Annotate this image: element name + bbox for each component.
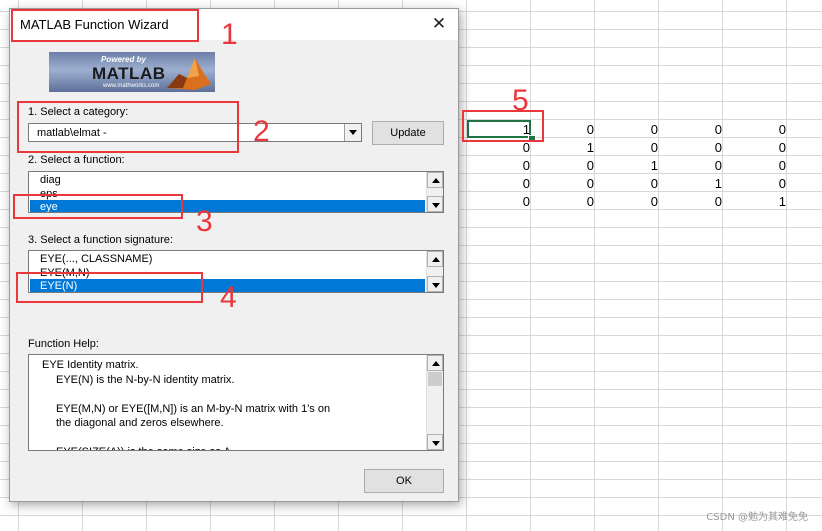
annotation-number-1: 1 bbox=[221, 18, 238, 51]
matlab-function-wizard-dialog: MATLAB Function Wizard ✕ Powered by MATL… bbox=[9, 8, 459, 502]
help-text-line: EYE(N) is the N-by-N identity matrix. bbox=[56, 373, 235, 386]
scroll-down-button[interactable] bbox=[427, 196, 443, 212]
sheet-cell[interactable]: 0 bbox=[538, 175, 594, 192]
logo-name-text: MATLAB bbox=[92, 64, 166, 83]
function-list-item[interactable]: diag bbox=[30, 173, 425, 187]
sheet-cell[interactable]: 0 bbox=[602, 193, 658, 210]
sheet-cell[interactable]: 0 bbox=[538, 157, 594, 174]
annotation-box-4 bbox=[16, 272, 203, 303]
close-icon[interactable]: ✕ bbox=[426, 14, 452, 34]
annotation-box-2 bbox=[17, 101, 239, 153]
help-text-line: EYE Identity matrix. bbox=[42, 359, 139, 371]
chevron-up-icon bbox=[432, 178, 440, 183]
matlab-logo: Powered by MATLAB www.mathworks.com bbox=[49, 52, 215, 92]
sheet-cell[interactable]: 0 bbox=[730, 121, 786, 138]
sheet-cell[interactable]: 1 bbox=[602, 157, 658, 174]
signature-label: 3. Select a function signature: bbox=[28, 234, 173, 246]
sheet-cell[interactable]: 0 bbox=[666, 139, 722, 156]
signature-scrollbar[interactable] bbox=[426, 251, 443, 292]
sheet-cell[interactable]: 0 bbox=[730, 157, 786, 174]
ok-button[interactable]: OK bbox=[364, 469, 444, 493]
sheet-cell[interactable]: 0 bbox=[538, 193, 594, 210]
annotation-number-3: 3 bbox=[196, 205, 213, 238]
scroll-up-button[interactable] bbox=[427, 355, 443, 371]
help-text-line: the diagonal and zeros elsewhere. bbox=[56, 417, 224, 429]
chevron-up-icon bbox=[432, 361, 440, 366]
chevron-down-icon bbox=[432, 203, 440, 208]
scroll-down-button[interactable] bbox=[427, 276, 443, 292]
logo-url-text: www.mathworks.com bbox=[103, 83, 160, 89]
help-label: Function Help: bbox=[28, 338, 99, 350]
sheet-cell[interactable]: 0 bbox=[474, 175, 530, 192]
annotation-box-1 bbox=[11, 9, 199, 42]
csdn-watermark: CSDN @勉为其难免免 bbox=[706, 512, 808, 523]
function-help-box[interactable]: EYE Identity matrix. EYE(N) is the N-by-N… bbox=[28, 354, 444, 451]
dropdown-arrow-button[interactable] bbox=[344, 124, 361, 141]
chevron-down-icon bbox=[432, 441, 440, 446]
function-scrollbar[interactable] bbox=[426, 172, 443, 212]
sheet-cell[interactable]: 0 bbox=[666, 121, 722, 138]
l-shaped-membrane-icon bbox=[167, 58, 211, 90]
sheet-cell[interactable]: 0 bbox=[474, 193, 530, 210]
sheet-cell[interactable]: 1 bbox=[666, 175, 722, 192]
sheet-cell[interactable]: 0 bbox=[474, 157, 530, 174]
sheet-cell[interactable]: 1 bbox=[730, 193, 786, 210]
scroll-thumb[interactable] bbox=[428, 372, 442, 386]
sheet-cell[interactable]: 0 bbox=[602, 121, 658, 138]
sheet-cell[interactable]: 0 bbox=[666, 193, 722, 210]
help-text-line: EYE(M,N) or EYE([M,N]) is an M-by-N matr… bbox=[56, 402, 331, 415]
scroll-up-button[interactable] bbox=[427, 251, 443, 267]
help-text-line: EYE(SIZE(A)) is the same size as A. bbox=[56, 446, 234, 450]
sheet-cell[interactable]: 1 bbox=[538, 139, 594, 156]
scroll-up-button[interactable] bbox=[427, 172, 443, 188]
update-button[interactable]: Update bbox=[372, 121, 444, 145]
chevron-down-icon bbox=[432, 283, 440, 288]
sheet-cell[interactable]: 0 bbox=[666, 157, 722, 174]
annotation-number-5: 5 bbox=[512, 84, 529, 117]
annotation-number-4: 4 bbox=[220, 281, 237, 314]
chevron-down-icon bbox=[349, 130, 357, 135]
sheet-cell[interactable]: 0 bbox=[538, 121, 594, 138]
logo-powered-text: Powered by bbox=[101, 55, 146, 64]
annotation-number-2: 2 bbox=[253, 115, 270, 148]
sheet-cell[interactable]: 0 bbox=[602, 139, 658, 156]
signature-list-item[interactable]: EYE(..., CLASSNAME) bbox=[30, 252, 425, 266]
sheet-cell[interactable]: 0 bbox=[730, 175, 786, 192]
sheet-cell[interactable]: 0 bbox=[602, 175, 658, 192]
function-label: 2. Select a function: bbox=[28, 154, 125, 166]
sheet-cell[interactable]: 0 bbox=[730, 139, 786, 156]
chevron-up-icon bbox=[432, 257, 440, 262]
annotation-box-3 bbox=[13, 194, 183, 219]
scroll-down-button[interactable] bbox=[427, 434, 443, 450]
annotation-box-5 bbox=[462, 110, 544, 142]
help-scrollbar[interactable] bbox=[426, 355, 443, 450]
